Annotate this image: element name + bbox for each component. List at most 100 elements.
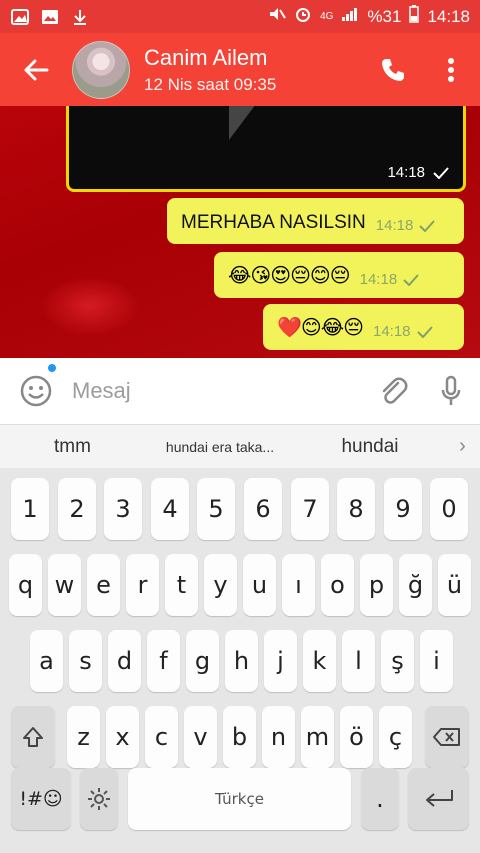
alarm-icon — [294, 5, 312, 28]
more-vert-icon — [448, 57, 454, 82]
suggestion-item[interactable]: tmm — [0, 436, 145, 458]
key-n[interactable]: n — [262, 706, 295, 768]
shift-key[interactable] — [11, 706, 55, 768]
battery-percent: %31 — [367, 6, 402, 26]
key-o-umlaut[interactable]: ö — [340, 706, 373, 768]
space-key[interactable]: Türkçe — [128, 768, 351, 830]
suggestion-bar: tmm hundai era taka... hundai › — [0, 425, 480, 468]
suggestion-item[interactable]: hundai era taka... — [145, 439, 295, 455]
emoji-button[interactable] — [0, 362, 72, 408]
key-f[interactable]: f — [147, 630, 180, 692]
key-g[interactable]: g — [186, 630, 219, 692]
settings-key[interactable] — [80, 768, 118, 830]
shift-icon — [23, 727, 43, 747]
key-9[interactable]: 9 — [384, 478, 422, 540]
message-text: 😂😘😍😔😊😔 — [228, 265, 351, 287]
key-i[interactable]: i — [420, 630, 453, 692]
network-type: 4G — [320, 10, 334, 22]
message-meta: 14:18 — [376, 217, 436, 234]
key-t[interactable]: t — [165, 554, 198, 616]
key-o[interactable]: o — [321, 554, 354, 616]
message-meta: 14:18 — [387, 164, 449, 181]
message-text: ❤️😊😂😔 — [277, 317, 364, 339]
key-7[interactable]: 7 — [291, 478, 329, 540]
message-input-bar: Mesaj — [0, 358, 480, 425]
key-u[interactable]: u — [243, 554, 276, 616]
more-options-button[interactable] — [422, 33, 480, 106]
expand-suggestions-button[interactable]: › — [445, 435, 480, 458]
battery-icon — [409, 5, 420, 28]
keyboard: 1 2 3 4 5 6 7 8 9 0 q w e r t y u ı o p … — [0, 468, 480, 853]
check-icon — [419, 219, 436, 232]
message-bubble[interactable]: 😂😘😍😔😊😔 14:18 — [214, 252, 464, 298]
suggestion-item[interactable]: hundai — [295, 436, 445, 458]
chat-header: Canim Ailem 12 Nis saat 09:35 — [0, 33, 480, 106]
message-time: 14:18 — [375, 217, 414, 234]
media-message[interactable]: 14:18 — [66, 106, 466, 192]
key-c-cedilla[interactable]: ç — [379, 706, 412, 768]
microphone-icon — [441, 375, 461, 405]
clock: 14:18 — [427, 6, 470, 26]
backspace-icon — [433, 728, 460, 746]
key-d[interactable]: d — [108, 630, 141, 692]
smiley-icon — [20, 375, 52, 407]
gallery-icon — [10, 8, 30, 25]
call-button[interactable] — [364, 33, 422, 106]
symbols-key[interactable]: !#☺ — [11, 768, 71, 830]
key-1[interactable]: 1 — [11, 478, 49, 540]
key-0[interactable]: 0 — [430, 478, 468, 540]
key-u-umlaut[interactable]: ü — [438, 554, 471, 616]
key-6[interactable]: 6 — [244, 478, 282, 540]
key-q[interactable]: q — [9, 554, 42, 616]
key-e[interactable]: e — [87, 554, 120, 616]
key-4[interactable]: 4 — [151, 478, 189, 540]
message-meta: 14:18 — [360, 271, 420, 288]
key-a[interactable]: a — [30, 630, 63, 692]
message-bubble[interactable]: MERHABA NASILSIN 14:18 — [167, 198, 464, 244]
key-s[interactable]: s — [69, 630, 102, 692]
key-2[interactable]: 2 — [58, 478, 96, 540]
enter-key[interactable] — [408, 768, 469, 830]
key-l[interactable]: l — [342, 630, 375, 692]
key-y[interactable]: y — [204, 554, 237, 616]
key-x[interactable]: x — [106, 706, 139, 768]
key-s-cedilla[interactable]: ş — [381, 630, 414, 692]
key-g-breve[interactable]: ğ — [399, 554, 432, 616]
message-text: MERHABA NASILSIN — [181, 212, 366, 233]
key-j[interactable]: j — [264, 630, 297, 692]
period-key[interactable]: . — [361, 768, 399, 830]
key-m[interactable]: m — [301, 706, 334, 768]
phone-icon — [382, 58, 404, 81]
key-b[interactable]: b — [223, 706, 256, 768]
key-z[interactable]: z — [67, 706, 100, 768]
voice-button[interactable] — [422, 375, 480, 407]
message-input[interactable]: Mesaj — [72, 378, 364, 404]
key-w[interactable]: w — [48, 554, 81, 616]
enter-icon — [425, 790, 453, 807]
backspace-key[interactable] — [425, 706, 469, 768]
signal-icon — [341, 6, 359, 27]
key-dotless-i[interactable]: ı — [282, 554, 315, 616]
paperclip-icon — [382, 377, 408, 404]
check-icon — [416, 325, 433, 338]
gear-icon — [88, 788, 110, 810]
key-r[interactable]: r — [126, 554, 159, 616]
check-icon — [433, 166, 449, 179]
key-k[interactable]: k — [303, 630, 336, 692]
key-v[interactable]: v — [184, 706, 217, 768]
chat-info[interactable]: Canim Ailem 12 Nis saat 09:35 — [144, 45, 276, 95]
avatar[interactable] — [72, 40, 130, 99]
message-bubble[interactable]: ❤️😊😂😔 14:18 — [263, 304, 464, 350]
chat-area[interactable]: 14:18 MERHABA NASILSIN 14:18 😂😘😍😔😊😔 14:1… — [0, 106, 480, 358]
key-8[interactable]: 8 — [337, 478, 375, 540]
attach-button[interactable] — [364, 375, 422, 407]
key-3[interactable]: 3 — [104, 478, 142, 540]
key-c[interactable]: c — [145, 706, 178, 768]
key-p[interactable]: p — [360, 554, 393, 616]
image-icon — [40, 9, 60, 25]
back-button[interactable] — [0, 33, 72, 106]
key-h[interactable]: h — [225, 630, 258, 692]
arrow-left-icon — [24, 59, 49, 80]
chat-title: Canim Ailem — [144, 44, 268, 70]
key-5[interactable]: 5 — [197, 478, 235, 540]
